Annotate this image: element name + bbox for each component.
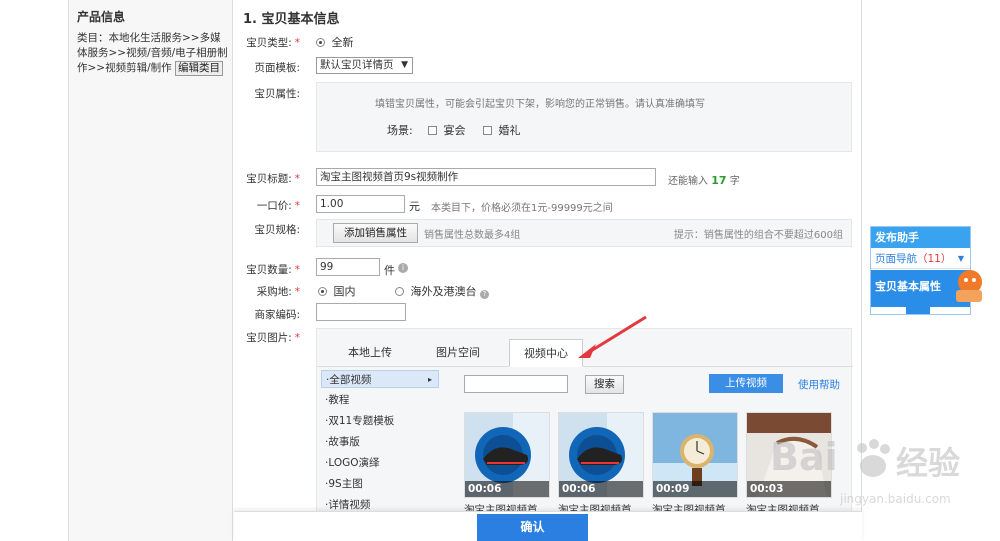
qty-unit: 件 (384, 264, 395, 277)
title-label: 宝贝标题: * (246, 173, 300, 185)
scene-wedding-checkbox[interactable]: 婚礼 (483, 122, 521, 138)
image-label: 宝贝图片: * (246, 332, 300, 344)
radio-icon (395, 287, 404, 296)
template-select[interactable]: 默认宝贝详情页 ▼ (316, 57, 413, 74)
product-info-panel: 产品信息 类目：本地化生活服务>>多媒体服务>>视频/音频/电子相册制作>>视频… (68, 0, 233, 541)
upload-video-button[interactable]: 上传视频 (709, 374, 783, 393)
scene-label: 场景: (387, 124, 413, 137)
code-label: 商家编码: (254, 309, 300, 321)
checkbox-icon (483, 126, 492, 135)
video-duration: 00:06 (465, 481, 549, 497)
price-unit: 元 (409, 200, 420, 213)
video-category-item[interactable]: ·双11专题模板 (321, 412, 439, 430)
section-title: 1. 宝贝基本信息 (243, 12, 340, 27)
video-category-item[interactable]: ·教程 (321, 391, 439, 409)
search-button[interactable]: 搜索 (585, 375, 624, 394)
price-label: 一口价: * (256, 200, 300, 212)
video-duration: 00:09 (653, 481, 737, 497)
type-label: 宝贝类型: * (246, 37, 300, 49)
attr-box: 填错宝贝属性，可能会引起宝贝下架，影响您的正常销售。请认真准确填写 场景: 宴会… (316, 82, 852, 152)
dropdown-arrow-icon: ▼ (401, 60, 408, 70)
title-remaining: 还能输入 17 字 (668, 174, 740, 187)
watermark-brand2: 经验 (896, 444, 961, 482)
radio-icon (318, 287, 327, 296)
price-hint: 本类目下，价格必须在1元-99999元之间 (431, 203, 613, 214)
origin-label: 采购地: * (256, 286, 300, 298)
attr-label: 宝贝属性: (254, 88, 300, 100)
spec-label: 宝贝规格: (254, 224, 300, 236)
confirm-button[interactable]: 确认 (477, 514, 588, 541)
video-category-all[interactable]: ·全部视频 ▸ (321, 370, 439, 388)
origin-radio-domestic[interactable]: 国内 (318, 283, 356, 299)
baidu-watermark: Bai 经验 jingyan.baidu.com (760, 430, 990, 530)
template-label: 页面模板: (254, 62, 300, 74)
price-input[interactable]: 1.00 (316, 195, 405, 213)
watermark-brand: Bai (770, 435, 838, 479)
tab-image-space[interactable]: 图片空间 (421, 339, 495, 367)
product-info-title: 产品信息 (77, 10, 126, 24)
spec-tip: 提示：销售属性的组合不要超过600组 (673, 230, 843, 241)
qty-label: 宝贝数量: * (246, 264, 300, 276)
video-duration: 00:06 (559, 481, 643, 497)
add-sale-attr-button[interactable]: 添加销售属性 (333, 223, 418, 243)
attr-hint: 填错宝贝属性，可能会引起宝贝下架，影响您的正常销售。请认真准确填写 (375, 99, 705, 110)
help-link[interactable]: 使用帮助 (798, 377, 840, 392)
tab-video-center[interactable]: 视频中心 (509, 339, 583, 367)
video-thumbnail[interactable]: 00:09 (652, 412, 738, 498)
chevron-right-icon: ▸ (427, 375, 432, 384)
title-input[interactable]: 淘宝主图视频首页9s视频制作 (316, 168, 656, 186)
annotation-arrow-icon (578, 315, 647, 358)
video-thumbnail[interactable]: 00:06 (558, 412, 644, 498)
edit-category-button[interactable]: 编辑类目 (174, 61, 223, 76)
mascot-icon (956, 270, 982, 302)
spec-box: 添加销售属性 销售属性总数最多4组 提示：销售属性的组合不要超过600组 (316, 219, 852, 247)
video-search-input[interactable] (464, 375, 568, 393)
checkbox-icon (428, 126, 437, 135)
tab-local-upload[interactable]: 本地上传 (333, 339, 407, 367)
help-icon[interactable]: ? (480, 290, 489, 299)
video-category-item[interactable]: ·故事版 (321, 433, 439, 451)
origin-radio-overseas[interactable]: 海外及港澳台 ? (395, 283, 489, 299)
type-radio-new[interactable]: 全新 (316, 34, 354, 50)
scene-banquet-checkbox[interactable]: 宴会 (428, 122, 466, 138)
watermark-url: jingyan.baidu.com (840, 492, 951, 506)
spec-hint: 销售属性总数最多4组 (424, 230, 521, 241)
radio-icon (316, 38, 325, 47)
paw-icon (857, 439, 890, 477)
video-category-item[interactable]: ·LOGO演绎 (321, 454, 439, 472)
video-category-item[interactable]: ·9S主图 (321, 475, 439, 493)
video-thumbnail[interactable]: 00:06 (464, 412, 550, 498)
helper-collapse-button[interactable] (906, 307, 930, 314)
merchant-code-input[interactable] (316, 303, 406, 321)
info-icon[interactable]: i (398, 263, 408, 273)
category-path: 类目：本地化生活服务>>多媒体服务>>视频/音频/电子相册制作>>视频剪辑/制作… (77, 31, 229, 76)
qty-input[interactable]: 99 (316, 258, 380, 276)
helper-title: 发布助手 (871, 227, 970, 248)
